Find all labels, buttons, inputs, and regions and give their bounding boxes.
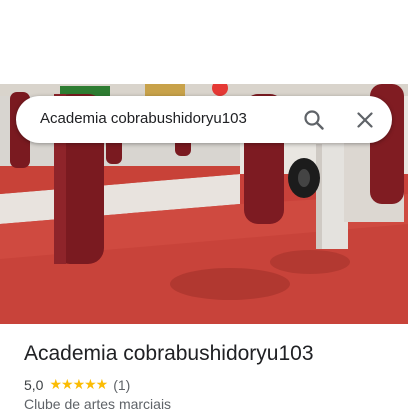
review-count[interactable]: (1): [113, 377, 130, 393]
place-info-panel: Academia cobrabushidoryu103 5,0 ★★★★★ (1…: [0, 324, 408, 412]
search-bar[interactable]: Academia cobrabushidoryu103: [16, 96, 392, 143]
star-rating-icons: ★★★★★: [49, 376, 108, 392]
search-input[interactable]: Academia cobrabushidoryu103: [40, 110, 247, 127]
search-icon[interactable]: [302, 108, 326, 132]
close-icon[interactable]: [353, 108, 377, 132]
place-title: Academia cobrabushidoryu103: [24, 342, 314, 365]
top-blank-area: [0, 0, 408, 84]
place-category: Clube de artes marciais: [24, 396, 172, 412]
rating-row[interactable]: 5,0 ★★★★★ (1): [24, 376, 130, 393]
rating-value: 5,0: [24, 376, 44, 393]
